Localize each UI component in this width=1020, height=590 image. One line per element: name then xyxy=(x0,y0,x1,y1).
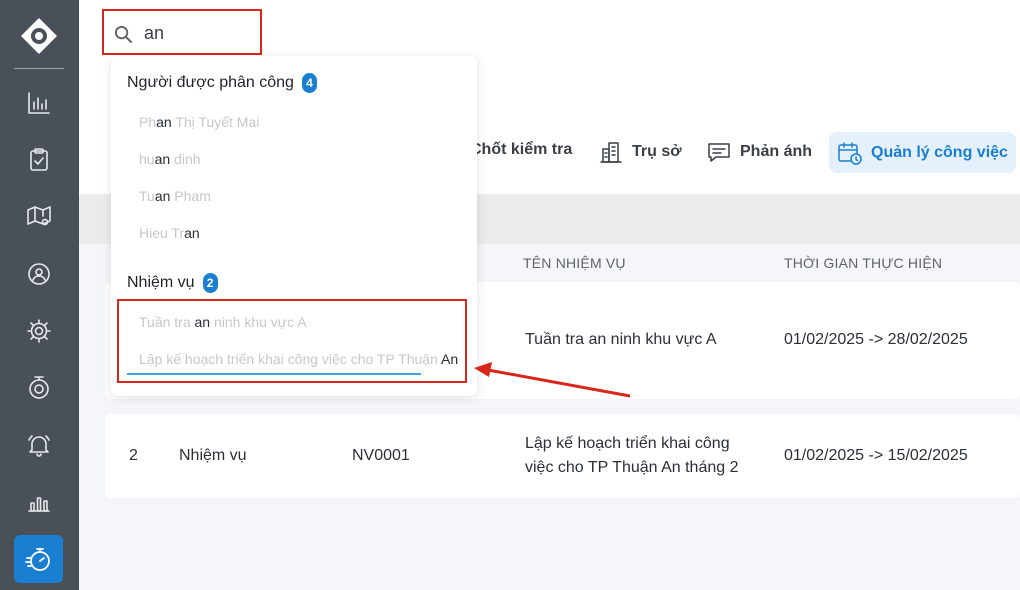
text-match: an xyxy=(156,114,172,130)
group-label: Người được phân công xyxy=(127,74,294,91)
count-badge: 4 xyxy=(301,73,317,93)
search-box[interactable] xyxy=(102,9,262,55)
chart-bar-icon[interactable] xyxy=(26,90,52,116)
building-icon xyxy=(600,142,622,163)
task-time: 01/02/2025 -> 28/02/2025 xyxy=(784,331,968,348)
task-name-line2: việc cho TP Thuận An tháng 2 xyxy=(525,459,739,476)
task-code: NV0001 xyxy=(352,447,410,464)
text-pre: hu xyxy=(139,151,155,167)
suggestion-assignee[interactable]: huan dinh xyxy=(139,151,201,167)
task-time: 01/02/2025 -> 15/02/2025 xyxy=(784,447,968,464)
timer-icon[interactable] xyxy=(26,375,52,401)
tab-label: Trụ sở xyxy=(632,143,682,160)
suggestion-assignee[interactable]: Hieu Tran xyxy=(139,225,200,241)
annotation-highlight-box xyxy=(117,299,467,383)
app-logo[interactable] xyxy=(20,17,58,55)
annotation-arrow xyxy=(474,362,631,398)
text-pre: Tu xyxy=(139,188,155,204)
analytics-icon[interactable] xyxy=(26,489,52,515)
message-icon xyxy=(708,143,730,162)
header-task-name: TÊN NHIỆM VỤ xyxy=(523,255,626,271)
task-name-line1: Lập kế hoạch triển khai công xyxy=(525,435,730,452)
task-type: Nhiệm vụ xyxy=(179,447,247,464)
text-match: an xyxy=(154,188,171,204)
table-row[interactable]: 2 Nhiệm vụ NV0001 Lập kế hoạch triển kha… xyxy=(105,414,1020,498)
header-time: THỜI GIAN THỰC HIỆN xyxy=(784,255,943,271)
group-tasks-title: Nhiệm vụ 2 xyxy=(127,273,218,293)
sidebar xyxy=(0,0,79,590)
sidebar-divider xyxy=(14,68,64,69)
task-name: Tuần tra an ninh khu vực A xyxy=(525,331,717,348)
suggestion-assignee[interactable]: Phan Thị Tuyết Mai xyxy=(139,114,259,130)
text-pre: Hieu Tr xyxy=(139,225,185,241)
tab-checkpoint[interactable]: Chốt kiểm tra xyxy=(470,141,572,159)
calendar-clock-icon xyxy=(838,141,862,165)
tab-label: Quản lý công việc xyxy=(871,143,1008,161)
tab-headquarters[interactable]: Trụ sở xyxy=(598,139,682,165)
search-icon xyxy=(114,25,133,44)
group-label: Nhiệm vụ xyxy=(127,274,195,291)
clipboard-check-icon[interactable] xyxy=(26,147,52,173)
sidebar-item-stopwatch-active[interactable] xyxy=(14,535,63,583)
row-index: 2 xyxy=(129,447,138,464)
tab-label: Phản ánh xyxy=(740,143,813,160)
tab-feedback[interactable]: Phản ánh xyxy=(706,139,812,165)
team-icon[interactable] xyxy=(26,261,52,287)
suggestion-assignee[interactable]: Tuan Pham xyxy=(139,188,211,204)
count-badge: 2 xyxy=(202,273,218,293)
bell-icon[interactable] xyxy=(26,432,52,458)
text-post: Thị Tuyết Mai xyxy=(171,114,260,130)
stopwatch-icon xyxy=(25,548,50,571)
text-post: dinh xyxy=(170,151,201,167)
text-match: an xyxy=(154,151,171,167)
text-pre: Ph xyxy=(139,114,157,130)
group-assignees-title: Người được phân công 4 xyxy=(127,73,317,93)
gear-icon[interactable] xyxy=(26,318,52,344)
text-match: an xyxy=(184,225,200,241)
tab-label: Chốt kiểm tra xyxy=(470,141,573,158)
search-input[interactable] xyxy=(144,22,254,44)
text-post: Pham xyxy=(170,188,211,204)
tab-task-management[interactable]: Quản lý công việc xyxy=(829,132,1016,173)
map-pin-icon[interactable] xyxy=(26,204,52,230)
